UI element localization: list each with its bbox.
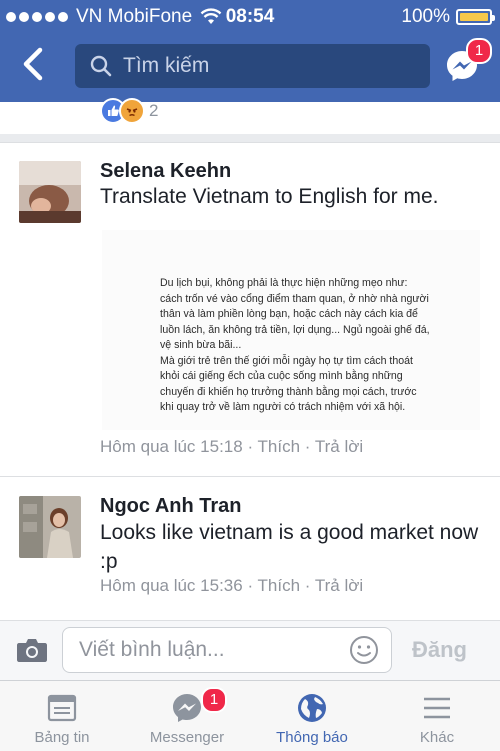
comment-meta: Hôm qua lúc 15:18 · Thích · Trả lời [100, 437, 363, 457]
separator-dot: · [304, 437, 311, 456]
back-chevron-icon[interactable] [18, 44, 54, 84]
attachment-line: Du lịch bụi, không phải là thực hiện nhữ… [160, 277, 408, 289]
search-input[interactable] [121, 53, 425, 79]
divider [0, 134, 500, 142]
separator-dot: · [247, 437, 254, 456]
globe-icon [298, 694, 326, 722]
post-button[interactable]: Đăng [412, 637, 467, 663]
messenger-badge: 1 [466, 38, 492, 64]
separator-dot: · [304, 576, 311, 595]
like-link[interactable]: Thích [258, 437, 301, 456]
status-bar: VN MobiFone 08:54 100% [0, 0, 500, 34]
comment-timestamp[interactable]: Hôm qua lúc 15:18 [100, 437, 243, 456]
reaction-count: 2 [149, 101, 159, 120]
commenter-name[interactable]: Selena Keehn [100, 160, 231, 183]
comment-composer: Đăng [0, 620, 500, 681]
battery-percent: 100% [401, 6, 450, 27]
tab-label: Bảng tin [34, 729, 90, 746]
tab-label: Khác [419, 729, 455, 746]
attachment-line: cách trốn vé vào cổng điểm tham quan, ở … [160, 292, 429, 305]
comment-text: Translate Vietnam to English for me. [100, 185, 439, 208]
camera-icon[interactable] [16, 637, 48, 663]
avatar[interactable] [19, 496, 81, 558]
top-bar: VN MobiFone 08:54 100% 1 [0, 0, 500, 102]
attachment-line: vệ sinh bừa bãi... [160, 339, 242, 351]
emoji-icon[interactable] [349, 635, 379, 665]
messenger-button[interactable]: 1 [444, 38, 492, 84]
attachment-line: luồn lách, ăn không trả tiền, lợi dụng..… [160, 323, 430, 336]
reply-link[interactable]: Trả lời [315, 437, 363, 456]
attachment-line: khi quay trở về làm người có trách nhiệm… [160, 401, 406, 413]
comment-timestamp[interactable]: Hôm qua lúc 15:36 [100, 576, 243, 595]
divider [0, 142, 500, 143]
divider [0, 476, 500, 477]
messenger-tab-badge: 1 [201, 687, 227, 713]
search-bar[interactable] [75, 44, 430, 88]
messenger-icon [173, 694, 201, 722]
bottom-tab-bar: Bảng tin 1 Messenger Thông báo Khác [0, 680, 500, 751]
battery-status: 100% [401, 6, 495, 28]
separator-dot: · [247, 576, 254, 595]
reply-link[interactable]: Trả lời [315, 576, 363, 595]
tab-notifications[interactable]: Thông báo [262, 685, 362, 747]
comment-attachment-image[interactable]: Du lịch bụi, không phải là thực hiện nhữ… [102, 230, 480, 430]
attachment-line: chuyến đi khiến họ trưởng thành bằng mọi… [160, 385, 417, 398]
tab-messenger[interactable]: 1 Messenger [137, 685, 237, 747]
like-link[interactable]: Thích [258, 576, 301, 595]
news-feed-icon [47, 694, 77, 722]
comment-input[interactable] [77, 637, 341, 663]
attachment-text: Du lịch bụi, không phải là thực hiện nhữ… [160, 276, 460, 416]
avatar[interactable] [19, 161, 81, 223]
tab-label: Thông báo [276, 729, 348, 746]
comment-text: Looks like vietnam is a good market now … [100, 521, 479, 573]
attachment-line: khỏi cái giếng ếch của cuộc sống mình bằ… [160, 370, 403, 382]
tab-news-feed[interactable]: Bảng tin [12, 685, 112, 747]
tab-more[interactable]: Khác [387, 685, 487, 747]
search-icon [90, 55, 112, 77]
battery-icon [456, 9, 495, 25]
attachment-line: Mà giới trẻ trên thế giới mỗi ngày họ tự… [160, 354, 413, 367]
comment-meta: Hôm qua lúc 15:36 · Thích · Trả lời [100, 576, 363, 596]
menu-icon [424, 697, 450, 719]
commenter-name[interactable]: Ngoc Anh Tran [100, 495, 241, 518]
reaction-summary[interactable]: 2 [100, 98, 158, 124]
tab-label: Messenger [149, 729, 225, 746]
comment-input-box[interactable] [62, 627, 392, 673]
attachment-line: thân và làm phiền lòng bạn, hoặc cách nà… [160, 308, 418, 320]
angry-reaction-icon [119, 98, 145, 124]
